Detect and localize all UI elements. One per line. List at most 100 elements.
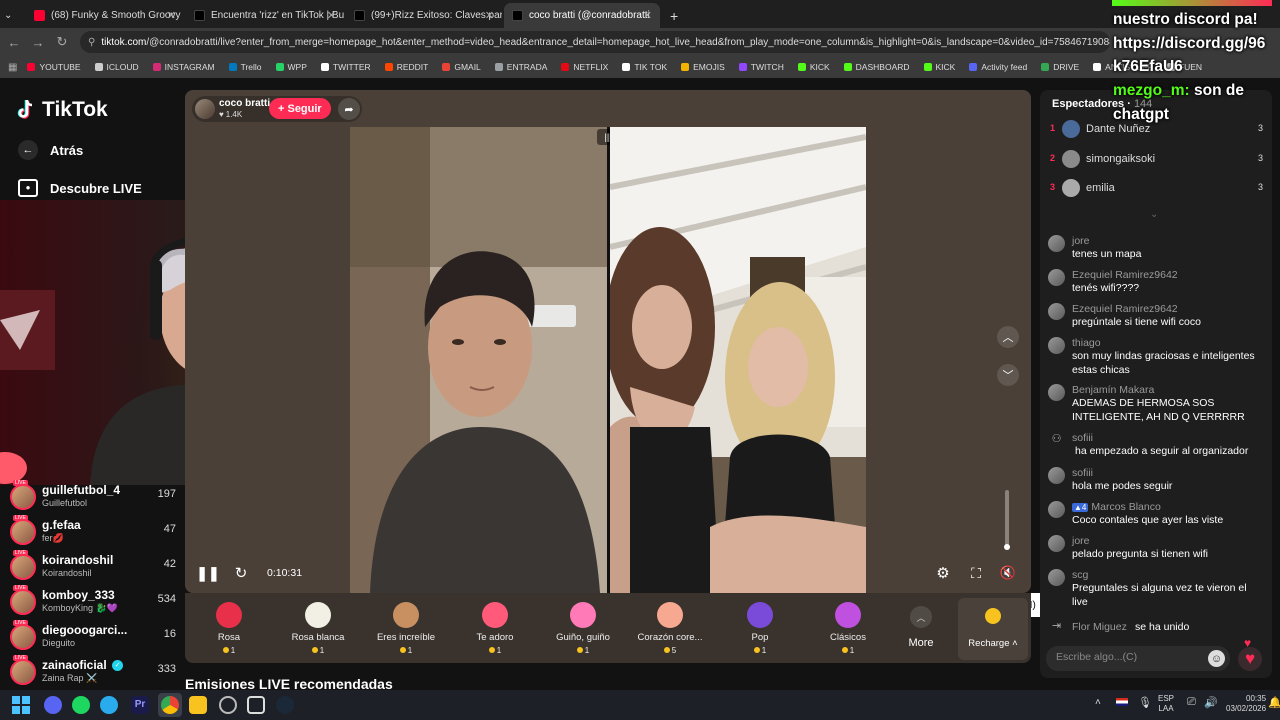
chat-input[interactable]: Escribe algo...(C) <box>1046 646 1230 671</box>
gift-item[interactable]: Pop 1 <box>720 598 800 655</box>
forward-arrow-icon[interactable]: → <box>28 32 48 52</box>
chat-username[interactable]: jore <box>1072 235 1090 247</box>
app-icon[interactable] <box>247 696 265 714</box>
bookmark-12[interactable]: TWITCH <box>738 62 784 72</box>
next-stream-icon[interactable]: ﹀ <box>997 364 1019 386</box>
new-tab-button[interactable]: + <box>662 3 680 28</box>
tab-coco-bratti[interactable]: coco bratti (@conradobratti ✕ <box>504 3 660 28</box>
tab-rizz[interactable]: (99+)Rizz Exitoso: Claves para c ✕ <box>346 3 502 28</box>
previous-stream-icon[interactable]: ︿ <box>997 326 1019 348</box>
chat-username[interactable]: sofiii <box>1072 467 1093 479</box>
more-gifts-button[interactable]: More <box>902 637 940 649</box>
refresh-icon[interactable]: ↻ <box>232 564 250 582</box>
creator-item[interactable]: LIVE diegooogarci... Dieguito 16 <box>10 620 176 652</box>
creator-item[interactable]: LIVE zainaoficial Zaina Rap ⚔️ 333 <box>10 655 176 687</box>
recharge-button[interactable]: Recharge ˄ <box>958 598 1028 660</box>
notification-icon[interactable]: 🔔 <box>1268 696 1280 709</box>
bookmark-2[interactable]: INSTAGRAM <box>152 62 215 72</box>
chat-username[interactable]: Flor Miguez <box>1072 621 1127 633</box>
bookmark-17[interactable]: DRIVE <box>1041 62 1079 72</box>
creator-item[interactable]: LIVE komboy_333 KomboyKing 🐉💜 534 <box>10 585 176 617</box>
file-explorer-icon[interactable] <box>189 696 207 714</box>
network-icon[interactable]: ⎚ <box>1187 696 1196 709</box>
chat-username[interactable]: sofiii <box>1072 432 1093 444</box>
bookmark-10[interactable]: TIK TOK <box>622 62 667 72</box>
bookmark-8[interactable]: ENTRADA <box>494 62 547 72</box>
url-input[interactable]: ⚲ tiktok.com/@conradobratti/live?enter_f… <box>80 31 1110 53</box>
follow-button[interactable]: + Seguir <box>269 98 331 119</box>
telegram-icon[interactable] <box>100 696 118 714</box>
creator-item[interactable]: LIVE guillefutbol_4 Guillefutbol 197 <box>10 480 176 512</box>
obs-icon[interactable] <box>219 696 237 714</box>
bookmark-15[interactable]: KICK <box>923 62 955 72</box>
close-icon[interactable]: ✕ <box>167 9 176 22</box>
discord-icon[interactable] <box>44 696 62 714</box>
emoji-icon[interactable]: ☺ <box>1208 650 1225 667</box>
creator-item[interactable]: LIVE g.fefaa fer💋 47 <box>10 515 176 547</box>
gift-item[interactable]: Clásicos 1 <box>808 598 888 655</box>
spotify-icon[interactable] <box>72 696 90 714</box>
gift-item[interactable]: Rosa 1 <box>189 598 269 655</box>
close-icon[interactable]: ✕ <box>643 9 652 22</box>
chat-username[interactable]: thiago <box>1072 337 1101 349</box>
volume-slider-handle[interactable] <box>1004 544 1010 550</box>
bookmark-9[interactable]: NETFLIX <box>561 62 608 72</box>
discover-live-link[interactable]: ● Descubre LIVE <box>18 179 142 197</box>
fullscreen-icon[interactable]: ⛶ <box>966 564 986 582</box>
language-indicator[interactable]: ESP LAA <box>1158 694 1174 714</box>
bookmark-14[interactable]: DASHBOARD <box>843 62 910 72</box>
chat-username[interactable]: Benjamín Makara <box>1072 384 1154 396</box>
gift-item[interactable]: Te adoro 1 <box>455 598 535 655</box>
close-icon[interactable]: ✕ <box>485 9 494 22</box>
gift-item[interactable]: Corazón core... 5 <box>630 598 710 655</box>
back-arrow-icon[interactable]: ← <box>4 32 24 52</box>
volume-slider[interactable] <box>1004 490 1010 550</box>
bookmark-0[interactable]: YOUTUBE <box>27 62 81 72</box>
back-link[interactable]: ← Atrás <box>18 140 83 160</box>
close-icon[interactable]: ✕ <box>327 9 336 22</box>
chat-username[interactable]: scg <box>1072 569 1088 581</box>
like-heart-icon[interactable]: ♥ <box>1238 647 1262 671</box>
viewer-rank-item[interactable]: 3 emilia 3 <box>1050 177 1270 199</box>
gift-item[interactable]: Guiño, guiño 1 <box>543 598 623 655</box>
chat-username[interactable]: Ezequiel Ramirez9642 <box>1072 269 1178 281</box>
bookmark-1[interactable]: ICLOUD <box>94 62 139 72</box>
viewer-name: simongaiksoki <box>1086 153 1156 165</box>
bookmark-3[interactable]: Trello <box>228 62 262 72</box>
chat-username[interactable]: Ezequiel Ramirez9642 <box>1072 303 1178 315</box>
gift-item[interactable]: Eres increíble 1 <box>366 598 446 655</box>
bookmark-4[interactable]: WPP <box>275 62 307 72</box>
tab-youtube[interactable]: (68) Funky & Smooth Groovy D ✕ <box>26 3 184 28</box>
chat-username[interactable]: jore <box>1072 535 1090 547</box>
viewer-rank-item[interactable]: 2 simongaiksoki 3 <box>1050 148 1270 170</box>
creator-item[interactable]: LIVE koirandoshil Koirandoshil 42 <box>10 550 176 582</box>
bookmark-16[interactable]: Activity feed <box>969 62 1027 72</box>
windows-start-icon[interactable] <box>12 696 30 714</box>
gift-item[interactable]: Rosa blanca 1 <box>278 598 358 655</box>
chrome-active-bg[interactable] <box>158 693 182 717</box>
apps-grid-icon[interactable]: ▦ <box>8 62 17 73</box>
tray-chevron-icon[interactable]: ˄ <box>1095 697 1101 708</box>
steam-icon[interactable] <box>276 696 294 714</box>
tiktok-logo[interactable]: TikTok <box>16 98 108 122</box>
share-icon[interactable]: ➦ <box>338 98 360 120</box>
settings-icon[interactable]: ⚙ <box>933 564 953 582</box>
tab-list-icon[interactable]: ⌄ <box>4 3 17 28</box>
bookmark-6[interactable]: REDDIT <box>384 62 428 72</box>
reload-icon[interactable]: ↻ <box>52 32 72 52</box>
tab-tiktok-search[interactable]: Encuentra 'rizz' en TikTok | Busc ✕ <box>186 3 344 28</box>
bookmark-5[interactable]: TWITTER <box>320 62 371 72</box>
clock[interactable]: 00:35 03/02/2026 <box>1226 694 1266 714</box>
bookmark-11[interactable]: EMOJIS <box>681 62 725 72</box>
expand-chevron-icon[interactable]: ⌄ <box>1150 209 1158 220</box>
chat-username[interactable]: ▲4 Marcos Blanco <box>1072 501 1161 513</box>
volume-icon[interactable]: 🔊 <box>1204 696 1218 709</box>
bookmark-13[interactable]: KICK <box>797 62 830 72</box>
chevron-up-icon[interactable]: ︿ <box>910 606 932 628</box>
microphone-icon[interactable]: 🎙 <box>1138 696 1152 709</box>
premiere-icon[interactable]: Pr <box>131 696 149 714</box>
pause-icon[interactable]: ❚❚ <box>196 564 219 582</box>
host-avatar[interactable] <box>195 99 215 119</box>
bookmark-7[interactable]: GMAIL <box>442 62 481 72</box>
mute-icon[interactable]: 🔇 <box>997 563 1019 583</box>
